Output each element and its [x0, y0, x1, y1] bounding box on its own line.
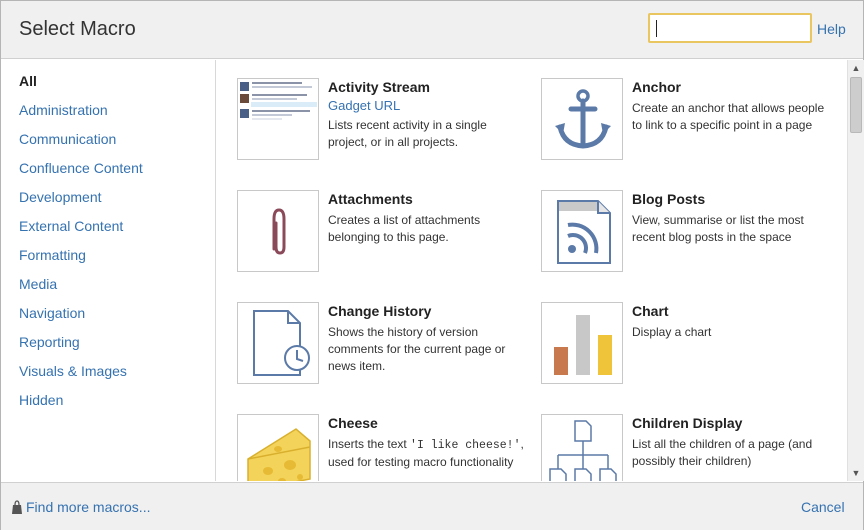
macro-name: Chart: [632, 303, 669, 319]
cheese-desc-pre: Inserts the text: [328, 437, 411, 451]
scroll-up-arrow-icon[interactable]: ▲: [848, 60, 864, 76]
category-hidden[interactable]: Hidden: [1, 392, 215, 421]
macro-description: List all the children of a page (and pos…: [632, 437, 813, 468]
scroll-down-arrow-icon[interactable]: ▼: [848, 465, 864, 481]
category-confluence-content[interactable]: Confluence Content: [1, 160, 215, 189]
help-link[interactable]: Help: [817, 21, 846, 37]
page-tree-icon: [541, 414, 623, 481]
select-macro-dialog: Select Macro Help All Administration Com…: [0, 0, 864, 530]
category-development[interactable]: Development: [1, 189, 215, 218]
paperclip-icon: [237, 190, 319, 272]
macro-list-scrollbar[interactable]: ▲ ▼: [847, 60, 864, 481]
category-reporting[interactable]: Reporting: [1, 334, 215, 363]
macro-search-box[interactable]: [648, 13, 812, 43]
category-all[interactable]: All: [1, 73, 215, 102]
macro-list: Activity Stream Gadget URL Lists recent …: [217, 60, 847, 481]
macro-name: Attachments: [328, 191, 413, 207]
scrollbar-thumb[interactable]: [850, 77, 862, 133]
text-caret: [656, 20, 657, 37]
macro-name: Change History: [328, 303, 432, 319]
category-media[interactable]: Media: [1, 276, 215, 305]
macro-attachments[interactable]: Attachments Creates a list of attachment…: [237, 190, 537, 290]
macro-anchor[interactable]: Anchor Create an anchor that allows peop…: [541, 78, 841, 178]
macro-search-input[interactable]: [650, 15, 810, 41]
category-visuals-images[interactable]: Visuals & Images: [1, 363, 215, 392]
macro-name: Cheese: [328, 415, 378, 431]
category-sidebar: All Administration Communication Conflue…: [1, 60, 216, 481]
category-formatting[interactable]: Formatting: [1, 247, 215, 276]
dialog-title: Select Macro: [19, 18, 136, 40]
shopping-bag-icon: [12, 500, 22, 514]
dialog-header: Select Macro Help: [1, 1, 863, 59]
category-communication[interactable]: Communication: [1, 131, 215, 160]
macro-description: Lists recent activity in a single projec…: [328, 118, 487, 149]
macro-description: Creates a list of attachments belonging …: [328, 213, 481, 244]
document-clock-icon: [237, 302, 319, 384]
find-more-macros-link[interactable]: Find more macros...: [11, 499, 150, 515]
category-external-content[interactable]: External Content: [1, 218, 215, 247]
macro-change-history[interactable]: Change History Shows the history of vers…: [237, 302, 537, 402]
macro-description: View, summarise or list the most recent …: [632, 213, 804, 244]
macro-activity-stream[interactable]: Activity Stream Gadget URL Lists recent …: [237, 78, 537, 178]
macro-description: Inserts the text 'I like cheese!', used …: [328, 436, 528, 471]
macro-cheese[interactable]: Cheese Inserts the text 'I like cheese!'…: [237, 414, 537, 481]
macro-description: Create an anchor that allows people to l…: [632, 101, 825, 132]
gadget-url-link[interactable]: Gadget URL: [328, 98, 400, 113]
macro-description: Shows the history of version comments fo…: [328, 325, 506, 373]
dialog-footer: Find more macros... Cancel: [1, 482, 863, 530]
category-administration[interactable]: Administration: [1, 102, 215, 131]
cheese-desc-code: 'I like cheese!': [410, 439, 521, 452]
macro-name: Children Display: [632, 415, 743, 431]
macro-name: Anchor: [632, 79, 681, 95]
macro-description: Display a chart: [632, 325, 712, 339]
activity-stream-thumbnail: [237, 78, 319, 160]
macro-name: Blog Posts: [632, 191, 706, 207]
rss-document-icon: [541, 190, 623, 272]
macro-blog-posts[interactable]: Blog Posts View, summarise or list the m…: [541, 190, 841, 290]
macro-chart[interactable]: Chart Display a chart: [541, 302, 841, 402]
cheese-icon: [237, 414, 319, 481]
find-more-macros-label[interactable]: Find more macros...: [26, 499, 150, 515]
macro-name: Activity Stream: [328, 79, 430, 95]
anchor-icon: [541, 78, 623, 160]
category-navigation[interactable]: Navigation: [1, 305, 215, 334]
macro-children-display[interactable]: Children Display List all the children o…: [541, 414, 841, 481]
bar-chart-icon: [541, 302, 623, 384]
cancel-button[interactable]: Cancel: [801, 499, 845, 515]
